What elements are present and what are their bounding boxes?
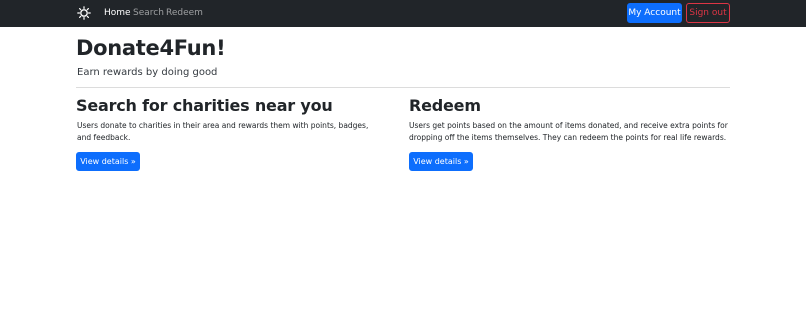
redeem-section-heading: Redeem: [409, 96, 481, 115]
my-account-button[interactable]: My Account: [627, 3, 682, 23]
nav-link-redeem[interactable]: Redeem: [166, 7, 203, 19]
nav-link-home[interactable]: Home: [104, 7, 131, 19]
divider: [76, 87, 730, 88]
search-section-heading: Search for charities near you: [76, 96, 333, 115]
redeem-view-details-button[interactable]: View details »: [409, 152, 473, 171]
search-view-details-button[interactable]: View details »: [76, 152, 140, 171]
nav-link-search[interactable]: Search: [133, 7, 164, 19]
top-navbar: Home Search Redeem My Account Sign out: [0, 0, 806, 27]
sign-out-button[interactable]: Sign out: [686, 3, 730, 23]
sun-gear-icon[interactable]: [77, 6, 91, 20]
page-subtitle: Earn rewards by doing good: [77, 67, 218, 78]
search-section-text: Users donate to charities in their area …: [77, 121, 369, 142]
redeem-section-text: Users get points based on the amount of …: [409, 121, 728, 142]
page-title: Donate4Fun!: [76, 36, 226, 60]
